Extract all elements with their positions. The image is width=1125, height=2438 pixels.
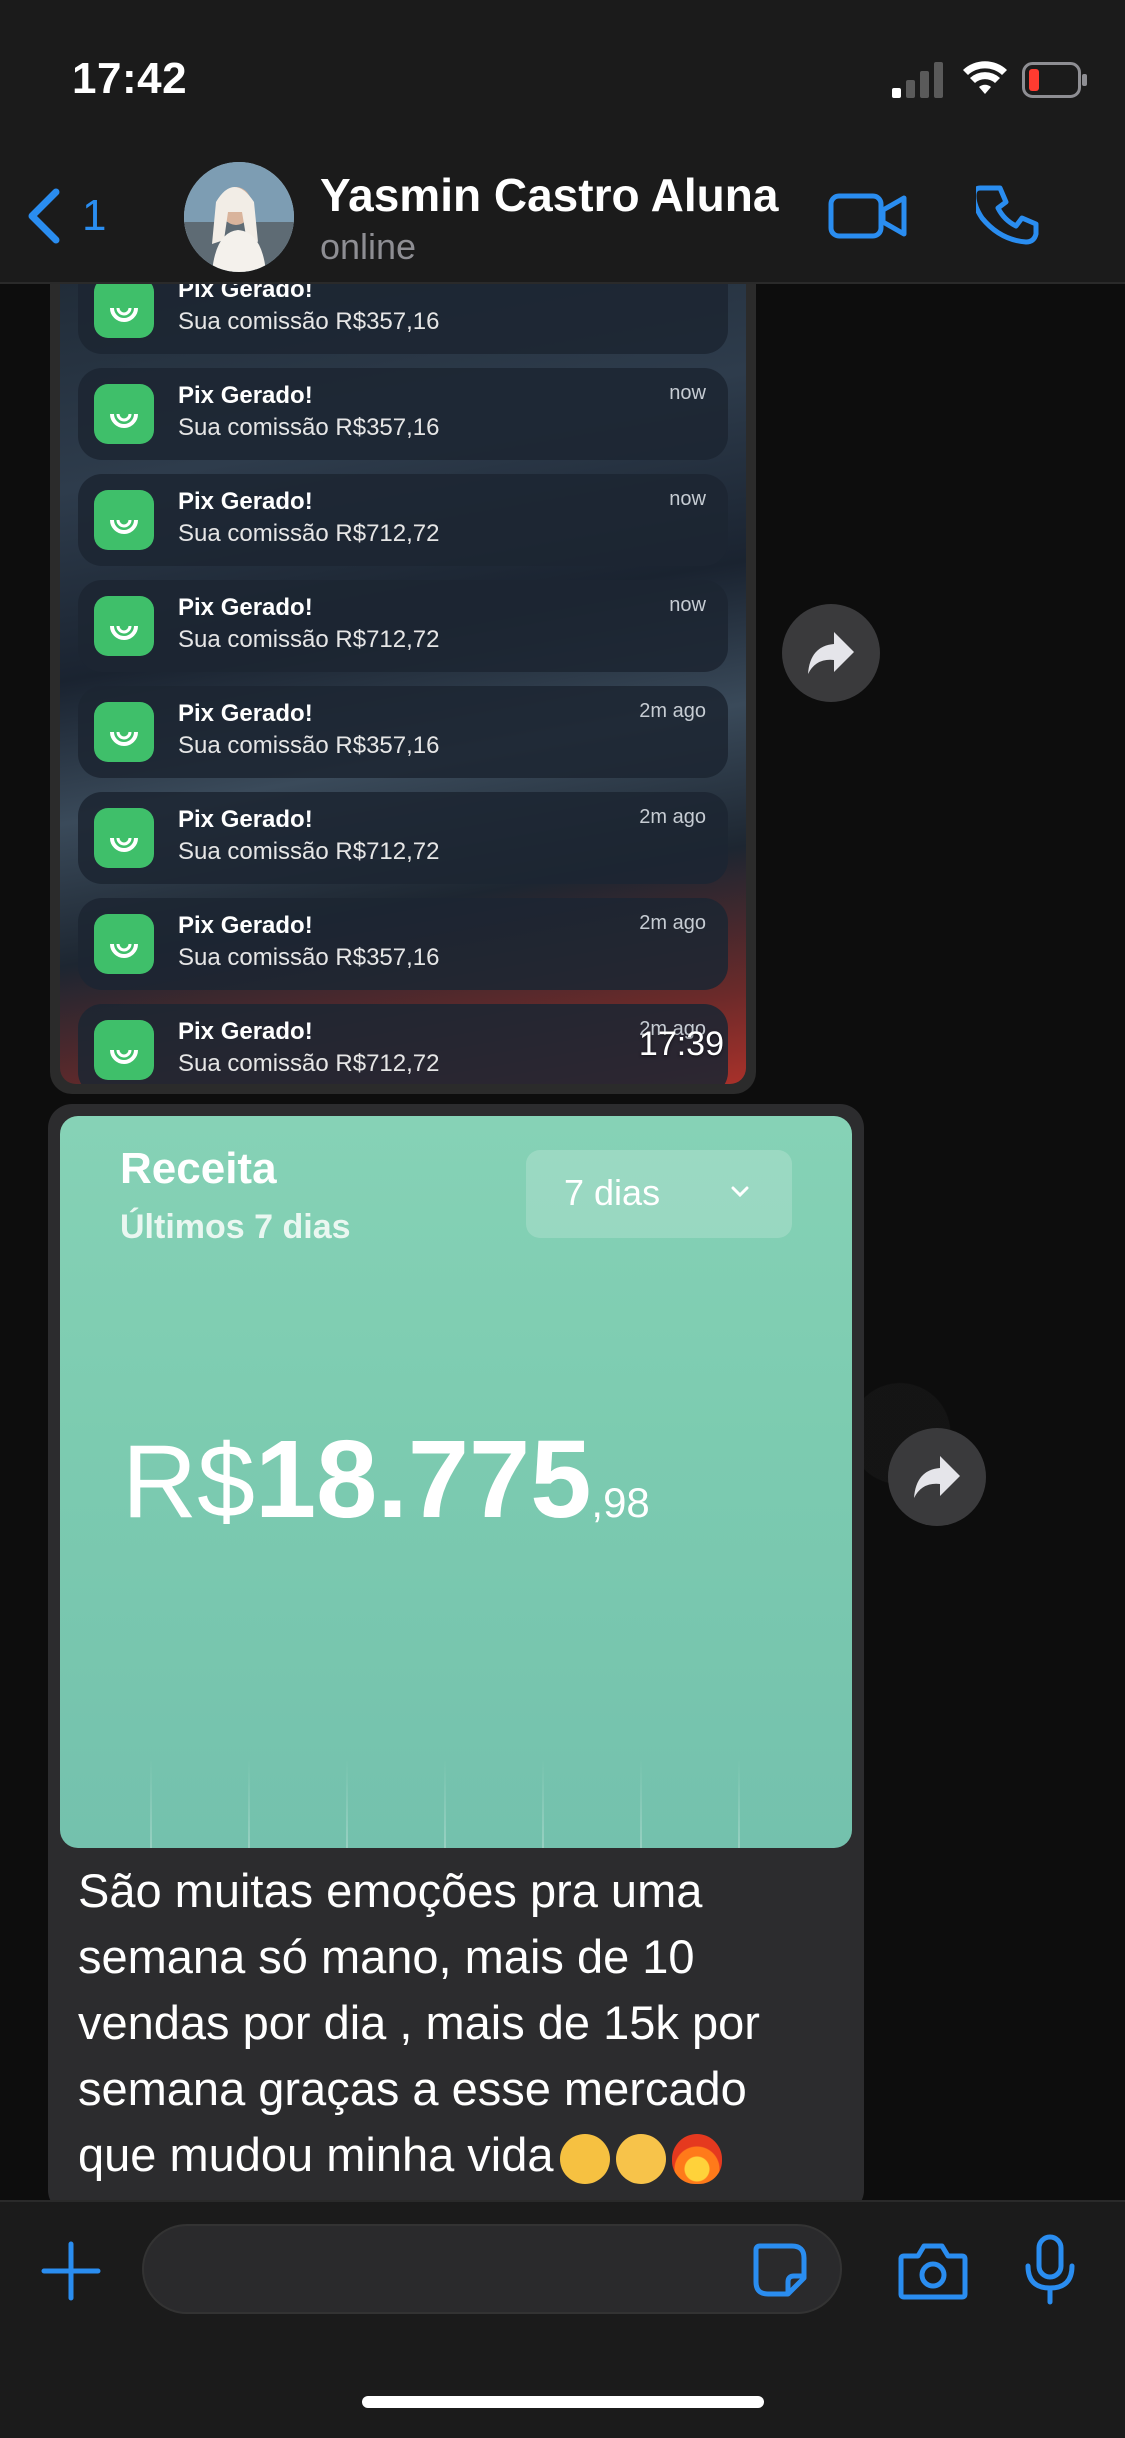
period-select: 7 dias <box>526 1150 792 1238</box>
chevron-left-icon <box>28 188 60 244</box>
notification-title: Pix Gerado! <box>178 284 313 303</box>
card-subtitle: Últimos 7 dias <box>120 1208 351 1246</box>
sticker-icon[interactable] <box>752 2242 808 2298</box>
pix-app-icon <box>94 284 154 338</box>
star-struck-emoji-icon <box>559 2133 610 2184</box>
back-button[interactable]: 1 <box>24 180 106 252</box>
notification-title: Pix Gerado! <box>178 488 313 515</box>
status-bar: 17:42 <box>0 0 1125 150</box>
notification-time: 2m ago <box>639 700 706 722</box>
video-call-icon[interactable] <box>828 186 908 246</box>
fire-emoji-icon <box>671 2133 722 2184</box>
notification-card: Pix Gerado! Sua comissão R$712,72 now <box>78 474 728 566</box>
status-time: 17:42 <box>72 54 188 103</box>
notification-card: Pix Gerado! Sua comissão R$712,72 2m ago <box>78 792 728 884</box>
forward-button[interactable] <box>782 604 880 702</box>
revenue-amount: R$18.775,98 <box>122 1416 650 1543</box>
notification-body: Sua comissão R$712,72 <box>178 626 440 653</box>
crying-emoji-icon <box>615 2133 666 2184</box>
message-input[interactable] <box>142 2224 842 2314</box>
gridline <box>346 1758 348 1848</box>
pix-app-icon <box>94 914 154 974</box>
notifications-screenshot[interactable]: Pix Gerado! Sua comissão R$357,16 Pix Ge… <box>60 284 746 1084</box>
plus-icon[interactable] <box>40 2240 102 2302</box>
forward-icon <box>914 1456 960 1498</box>
notification-card: Pix Gerado! Sua comissão R$357,16 2m ago <box>78 898 728 990</box>
notification-time: 2m ago <box>639 912 706 934</box>
notification-body: Sua comissão R$357,16 <box>178 732 440 759</box>
pix-app-icon <box>94 384 154 444</box>
avatar-photo <box>184 162 294 272</box>
phone-icon[interactable] <box>976 184 1040 248</box>
gridline <box>444 1758 446 1848</box>
pix-app-icon <box>94 1020 154 1080</box>
notification-card: Pix Gerado! Sua comissão R$712,72 2m ago <box>78 1004 728 1084</box>
notification-body: Sua comissão R$712,72 <box>178 838 440 865</box>
pix-app-icon <box>94 808 154 868</box>
forward-button[interactable] <box>888 1428 986 1526</box>
gridline <box>738 1758 740 1848</box>
gridline <box>640 1758 642 1848</box>
notification-title: Pix Gerado! <box>178 806 313 833</box>
notification-body: Sua comissão R$712,72 <box>178 520 440 547</box>
notification-time: now <box>669 594 706 616</box>
notification-body: Sua comissão R$357,16 <box>178 308 440 335</box>
notification-body: Sua comissão R$357,16 <box>178 944 440 971</box>
gridline <box>248 1758 250 1848</box>
notification-card: Pix Gerado! Sua comissão R$357,16 <box>78 284 728 354</box>
forward-icon <box>808 632 854 674</box>
chart-gridlines <box>150 1758 770 1848</box>
contact-status: online <box>320 226 417 267</box>
microphone-icon[interactable] <box>1022 2234 1078 2306</box>
notification-time: now <box>669 488 706 510</box>
signal-icon <box>892 62 943 98</box>
notification-title: Pix Gerado! <box>178 382 313 409</box>
notification-card: Pix Gerado! Sua comissão R$357,16 2m ago <box>78 686 728 778</box>
notification-title: Pix Gerado! <box>178 1018 313 1045</box>
unread-count: 1 <box>82 191 107 240</box>
message-text: São muitas emoções pra uma semana só man… <box>78 1858 838 2188</box>
camera-icon[interactable] <box>898 2242 968 2300</box>
period-select-label: 7 dias <box>564 1172 661 1213</box>
gridline <box>150 1758 152 1848</box>
chat-header: 1 Yasmin Castro Aluna online <box>0 150 1125 284</box>
card-title: Receita <box>120 1144 277 1193</box>
amount-decimals: ,98 <box>591 1479 650 1526</box>
message-text-content: São muitas emoções pra uma semana só man… <box>78 1864 760 2181</box>
notification-body: Sua comissão R$357,16 <box>178 414 440 441</box>
contact-name[interactable]: Yasmin Castro Aluna <box>320 168 778 222</box>
notification-title: Pix Gerado! <box>178 912 313 939</box>
home-indicator[interactable] <box>362 2396 764 2408</box>
notification-body: Sua comissão R$712,72 <box>178 1050 440 1077</box>
revenue-screenshot[interactable]: Receita Últimos 7 dias 7 dias R$18.775,9… <box>60 1116 852 1848</box>
message-time: 17:39 <box>638 1025 724 1063</box>
currency-symbol: R$ <box>122 1424 255 1540</box>
pix-app-icon <box>94 702 154 762</box>
notification-card: Pix Gerado! Sua comissão R$357,16 now <box>78 368 728 460</box>
image-message[interactable]: Pix Gerado! Sua comissão R$357,16 Pix Ge… <box>50 284 756 1094</box>
chevron-down-icon <box>731 1186 749 1198</box>
notification-time: 2m ago <box>639 806 706 828</box>
notification-time: now <box>669 382 706 404</box>
pix-app-icon <box>94 596 154 656</box>
notification-title: Pix Gerado! <box>178 594 313 621</box>
notification-card: Pix Gerado! Sua comissão R$712,72 now <box>78 580 728 672</box>
pix-app-icon <box>94 490 154 550</box>
notification-title: Pix Gerado! <box>178 700 313 727</box>
gridline <box>542 1758 544 1848</box>
amount-integer: 18.775 <box>254 1418 592 1541</box>
avatar[interactable] <box>184 162 294 272</box>
battery-icon <box>1022 62 1087 98</box>
chat-area[interactable]: Pix Gerado! Sua comissão R$357,16 Pix Ge… <box>0 284 1125 2200</box>
image-message[interactable]: Receita Últimos 7 dias 7 dias R$18.775,9… <box>48 1104 864 2200</box>
wifi-icon <box>963 61 1007 94</box>
